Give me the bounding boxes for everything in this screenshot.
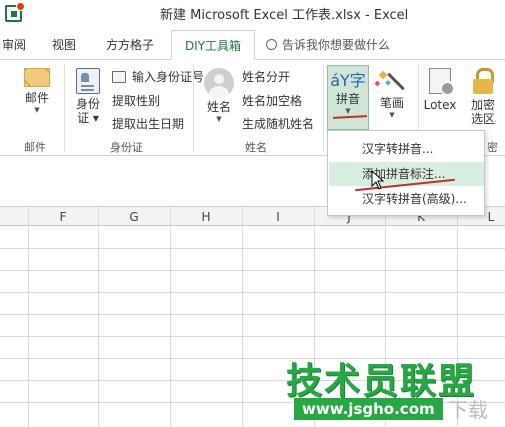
idcard-icon — [76, 68, 100, 94]
column-divider — [28, 206, 29, 427]
idcard-label-line2: 证 ▾ — [77, 111, 99, 125]
extract-gender-button[interactable]: 提取性别 — [112, 92, 160, 110]
menu-item-convert-pinyin[interactable]: 汉字转拼音... — [329, 137, 484, 161]
mail-button[interactable]: 邮件 ▼ — [14, 68, 60, 132]
menu-item-convert-pinyin-advanced[interactable]: 汉字转拼音(高级)... — [329, 187, 484, 211]
tab-review[interactable]: 审阅 — [2, 36, 26, 53]
column-header-i[interactable]: I — [272, 210, 284, 224]
extract-birthdate-label: 提取出生日期 — [112, 117, 185, 131]
extract-birthdate-button[interactable]: 提取出生日期 — [112, 115, 184, 133]
encrypt-selection-button[interactable]: 加密 选区 — [463, 68, 503, 136]
strokes-button-label: 笔画 — [379, 96, 404, 110]
column-header-g[interactable]: G — [128, 210, 140, 224]
pinyin-button[interactable]: áY字 拼音 ▼ — [327, 65, 369, 130]
name-button[interactable]: 姓名 ▼ — [199, 68, 239, 136]
watermark-url: www.jsgho.com — [294, 398, 443, 420]
extract-gender-label: 提取性别 — [112, 94, 161, 108]
notification-badge-icon — [16, 2, 25, 11]
random-name-label: 生成随机姓名 — [242, 117, 315, 131]
person-avatar-icon — [204, 68, 234, 98]
idcard-label-line1: 身份 — [75, 97, 100, 111]
excel-app-icon[interactable] — [5, 2, 25, 22]
row-divider — [0, 248, 505, 249]
tell-me-search[interactable]: 告诉我你想要做什么 — [266, 36, 390, 53]
name-group-label: 姓名 — [245, 141, 267, 154]
menu-item-add-pinyin-annotation[interactable]: 添加拼音标注... — [329, 162, 484, 186]
id-group-label: 身份证 — [110, 141, 143, 154]
encrypt-label-line1: 加密 — [470, 98, 495, 112]
tell-me-text: 告诉我你想要做什么 — [282, 38, 391, 52]
column-divider — [170, 206, 171, 427]
group-divider — [193, 64, 194, 152]
lock-icon — [472, 68, 494, 94]
chevron-down-icon: ▼ — [389, 111, 395, 119]
lotex-gear-icon — [429, 68, 455, 96]
window-title: 新建 Microsoft Excel 工作表.xlsx - Excel — [160, 8, 409, 23]
strokes-button[interactable]: 笔画 ▼ — [372, 68, 412, 132]
encrypt-group-label: 密 — [487, 141, 498, 154]
group-divider — [323, 64, 324, 152]
split-name-button[interactable]: 姓名分开 — [242, 68, 290, 86]
lightbulb-icon — [266, 39, 277, 50]
row-divider — [0, 270, 505, 271]
name-button-label: 姓名 — [206, 100, 231, 114]
row-divider — [0, 336, 505, 337]
column-header-h[interactable]: H — [200, 210, 212, 224]
idcard-button[interactable]: 身份 证 ▾ — [68, 68, 108, 136]
tab-ffgz[interactable]: 方方格子 — [106, 36, 154, 53]
pinyin-icon: áY字 — [330, 71, 366, 90]
magic-wand-icon — [377, 68, 407, 94]
ribbon-tab-row: 审阅 视图 方方格子 DIY工具箱 告诉我你想要做什么 — [0, 28, 505, 61]
chevron-down-icon: ▼ — [34, 106, 40, 114]
column-divider — [242, 206, 243, 427]
random-name-button[interactable]: 生成随机姓名 — [242, 115, 314, 133]
mail-icon — [24, 68, 50, 87]
lotex-button[interactable]: Lotex — [421, 68, 459, 132]
split-name-label: 姓名分开 — [242, 70, 291, 84]
row-divider — [0, 292, 505, 293]
mail-group-label: 邮件 — [24, 141, 46, 154]
watermark-corner: 下载 — [448, 398, 488, 422]
pinyin-dropdown-menu: 汉字转拼音... 添加拼音标注... 汉字转拼音(高级)... — [327, 130, 485, 216]
chevron-down-icon: ▼ — [216, 115, 222, 123]
lotex-button-label: Lotex — [423, 98, 457, 112]
tab-diy-toolbox[interactable]: DIY工具箱 — [171, 30, 255, 61]
idcard-label-line2-text: 证 — [77, 111, 90, 125]
row-divider — [0, 314, 505, 315]
column-header-l[interactable]: L — [485, 210, 497, 224]
encrypt-label-line2: 选区 — [470, 112, 495, 126]
idcard-input-icon — [112, 71, 126, 83]
pinyin-button-label: 拼音 — [335, 92, 360, 106]
name-add-space-label: 姓名加空格 — [242, 94, 303, 108]
title-bar: 新建 Microsoft Excel 工作表.xlsx - Excel — [0, 0, 505, 28]
mouse-pointer-icon — [371, 170, 385, 190]
column-header-f[interactable]: F — [57, 210, 69, 224]
name-add-space-button[interactable]: 姓名加空格 — [242, 92, 302, 110]
group-divider — [64, 64, 65, 152]
tab-view[interactable]: 视图 — [52, 36, 76, 53]
mail-button-label: 邮件 — [24, 91, 49, 105]
column-divider — [98, 206, 99, 427]
input-id-button[interactable]: 输入身份证号 — [112, 68, 204, 86]
